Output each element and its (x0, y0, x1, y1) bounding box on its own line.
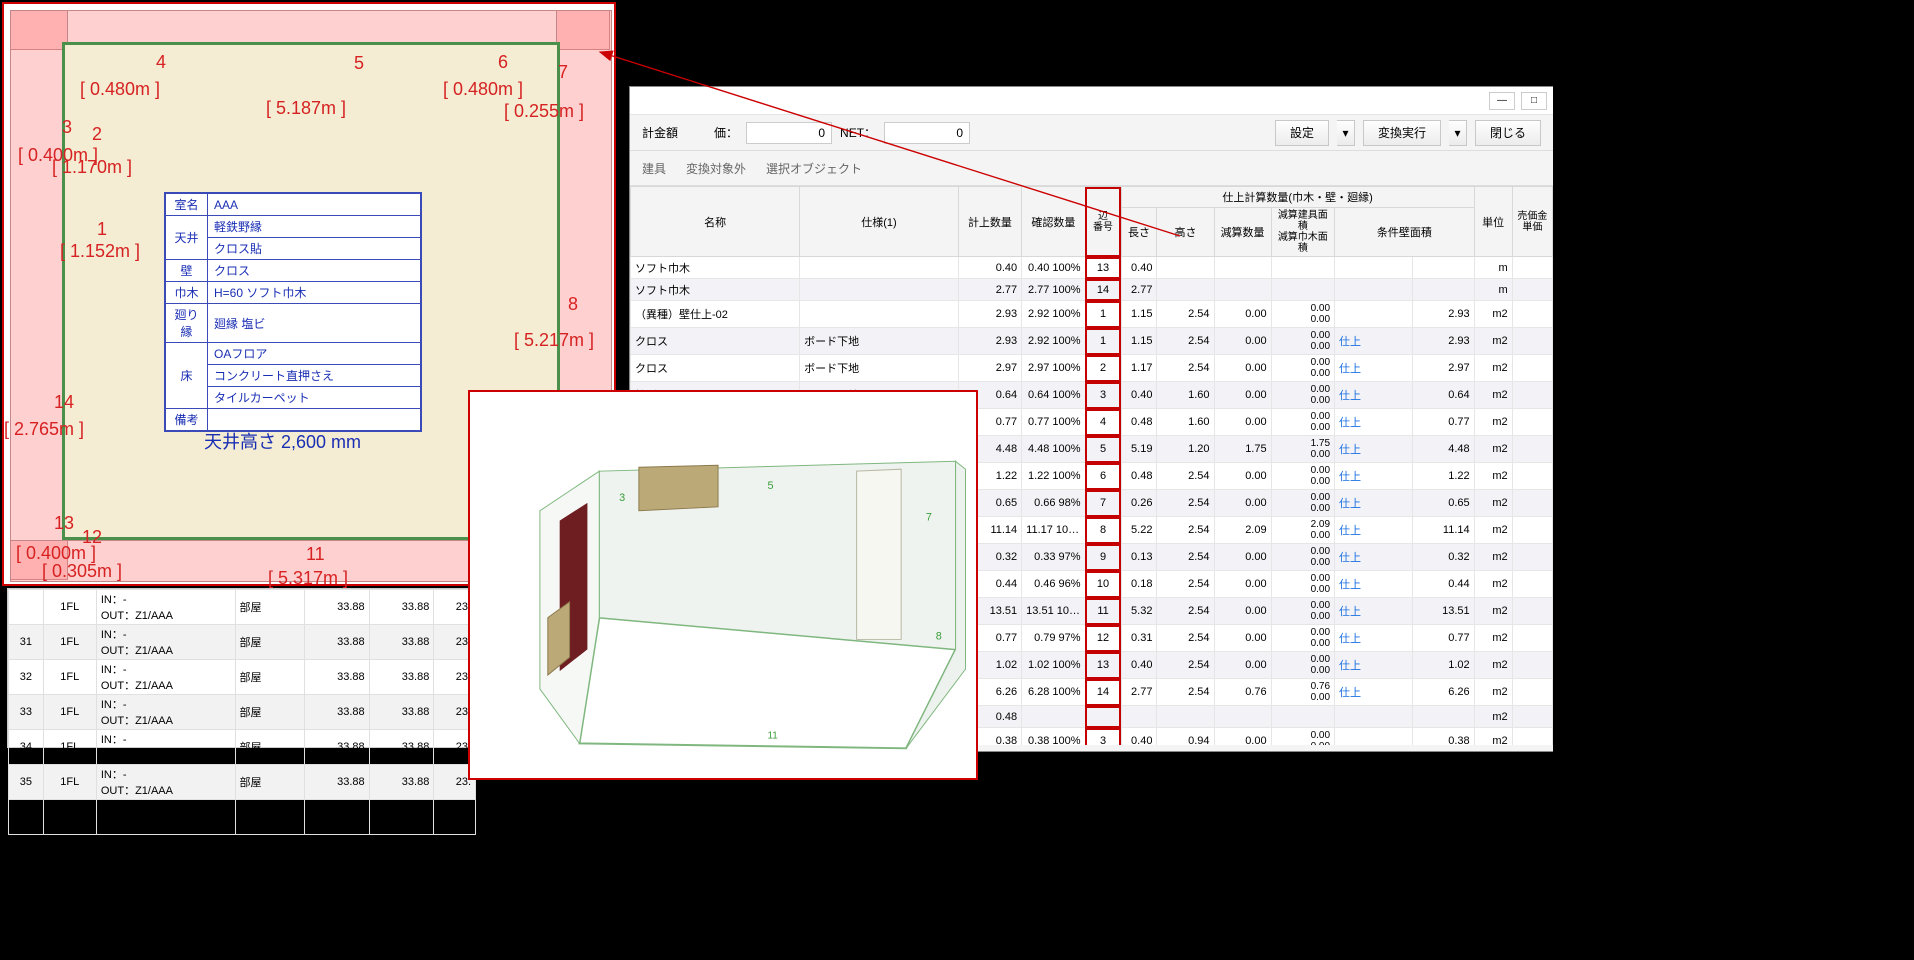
edge-label-3: 3 (62, 117, 72, 138)
col-cond[interactable]: 条件壁面積 (1335, 208, 1475, 257)
room-info-box: 室名AAA 天井軽鉄野縁 クロス貼 壁クロス 巾木H=60 ソフト巾木 廻り縁廻… (164, 192, 422, 432)
total-amount-label: 計金額 (642, 124, 678, 141)
settings-dropdown[interactable]: ▾ (1337, 120, 1355, 146)
table-row[interactable]: クロスボード下地 2.932.92 100% 1 1.152.540.00 0.… (631, 328, 1553, 355)
dim-5: [ 5.187m ] (266, 98, 346, 119)
dim-14: [ 2.765m ] (4, 419, 84, 440)
dim-3: [ 1.170m ] (52, 157, 132, 178)
col-conf[interactable]: 確認数量 (1022, 187, 1085, 257)
dim-7: [ 0.255m ] (504, 101, 584, 122)
list-item[interactable]: 36 1FL IN：- OUT：Z1/AAA 部屋 33.88 33.88 23… (9, 800, 476, 835)
dim-6: [ 0.480m ] (443, 79, 523, 100)
list-item[interactable]: 34 1FL IN：- OUT：Z1/AAA 部屋 33.88 33.88 23… (9, 730, 476, 765)
dim-8: [ 5.217m ] (514, 330, 594, 351)
unit-price-label: 価： (714, 124, 738, 141)
list-item[interactable]: 32 1FL IN：- OUT：Z1/AAA 部屋 33.88 33.88 23… (9, 660, 476, 695)
list-item[interactable]: 33 1FL IN：- OUT：Z1/AAA 部屋 33.88 33.88 23… (9, 695, 476, 730)
col-reduce[interactable]: 減算数量 (1214, 208, 1271, 257)
dim-4: [ 0.480m ] (80, 79, 160, 100)
edge-label-6: 6 (498, 52, 508, 73)
col-side-no[interactable]: 辺番号 (1085, 187, 1121, 257)
edge-label-13: 13 (54, 513, 74, 534)
dim-12: [ 0.305m ] (42, 561, 122, 582)
net-input[interactable] (884, 122, 970, 144)
edge-label-7: 7 (558, 62, 568, 83)
col-qty[interactable]: 計上数量 (958, 187, 1021, 257)
maximize-button[interactable]: □ (1521, 92, 1547, 110)
title-bar: — □ (630, 87, 1553, 115)
edge-label-11: 11 (306, 544, 325, 565)
edge-label-14: 14 (54, 392, 74, 413)
convert-dropdown[interactable]: ▾ (1449, 120, 1467, 146)
totals-bar: 計金額 価： NET： 設定 ▾ 変換実行 ▾ 閉じる (630, 115, 1553, 151)
tab-fixture[interactable]: 建具 (642, 160, 666, 177)
dim-13: [ 0.400m ] (16, 543, 96, 564)
svg-text:5: 5 (768, 480, 774, 492)
net-label: NET： (840, 124, 876, 141)
svg-text:11: 11 (768, 730, 779, 741)
table-row[interactable]: ソフト巾木 0.400.40 100% 13 0.40 m (631, 257, 1553, 279)
ceiling-height-label: 天井高さ 2,600 mm (204, 428, 361, 454)
dim-1: [ 1.152m ] (60, 241, 140, 262)
table-row[interactable]: クロスボード下地 2.972.97 100% 2 1.172.540.00 0.… (631, 355, 1553, 382)
col-name[interactable]: 名称 (631, 187, 800, 257)
edge-label-2: 2 (92, 124, 102, 145)
tab-bar: 建具 変換対象外 選択オブジェクト (630, 151, 1553, 185)
table-row[interactable]: ソフト巾木 2.772.77 100% 14 2.77 m (631, 279, 1553, 301)
tab-exclude[interactable]: 変換対象外 (686, 160, 746, 177)
lower-summary-table[interactable]: 1FL IN：- OUT：Z1/AAA 部屋 33.88 33.88 23.31… (7, 588, 477, 748)
table-row[interactable]: （異種）壁仕上-02 2.932.92 100% 1 1.152.540.00 … (631, 301, 1553, 328)
edge-label-8: 8 (568, 294, 578, 315)
col-sale[interactable]: 売価金単価 (1512, 187, 1552, 257)
col-unit[interactable]: 単位 (1474, 187, 1512, 257)
col-area[interactable]: 減算建具面積減算巾木面積 (1271, 208, 1334, 257)
convert-button[interactable]: 変換実行 (1363, 120, 1441, 146)
svg-text:8: 8 (936, 630, 942, 642)
settings-button[interactable]: 設定 (1275, 120, 1329, 146)
edge-label-5: 5 (354, 53, 364, 74)
svg-text:7: 7 (926, 512, 932, 524)
svg-text:3: 3 (619, 492, 625, 504)
col-group[interactable]: 仕上計算数量(巾木・壁・廻縁) (1121, 187, 1474, 208)
minimize-button[interactable]: — (1489, 92, 1515, 110)
tab-selection[interactable]: 選択オブジェクト (766, 160, 862, 177)
unit-price-input[interactable] (746, 122, 832, 144)
close-button[interactable]: 閉じる (1475, 120, 1541, 146)
edge-label-4: 4 (156, 52, 166, 73)
dim-11: [ 5.317m ] (268, 568, 348, 589)
col-length[interactable]: 長さ (1121, 208, 1157, 257)
3d-view-panel[interactable]: 3 5 7 8 11 (468, 390, 978, 780)
col-height[interactable]: 高さ (1157, 208, 1214, 257)
list-item[interactable]: 35 1FL IN：- OUT：Z1/AAA 部屋 33.88 33.88 23… (9, 765, 476, 800)
list-item[interactable]: 1FL IN：- OUT：Z1/AAA 部屋 33.88 33.88 23. (9, 590, 476, 625)
edge-label-1: 1 (97, 219, 107, 240)
list-item[interactable]: 31 1FL IN：- OUT：Z1/AAA 部屋 33.88 33.88 23… (9, 625, 476, 660)
col-spec[interactable]: 仕様(1) (800, 187, 959, 257)
